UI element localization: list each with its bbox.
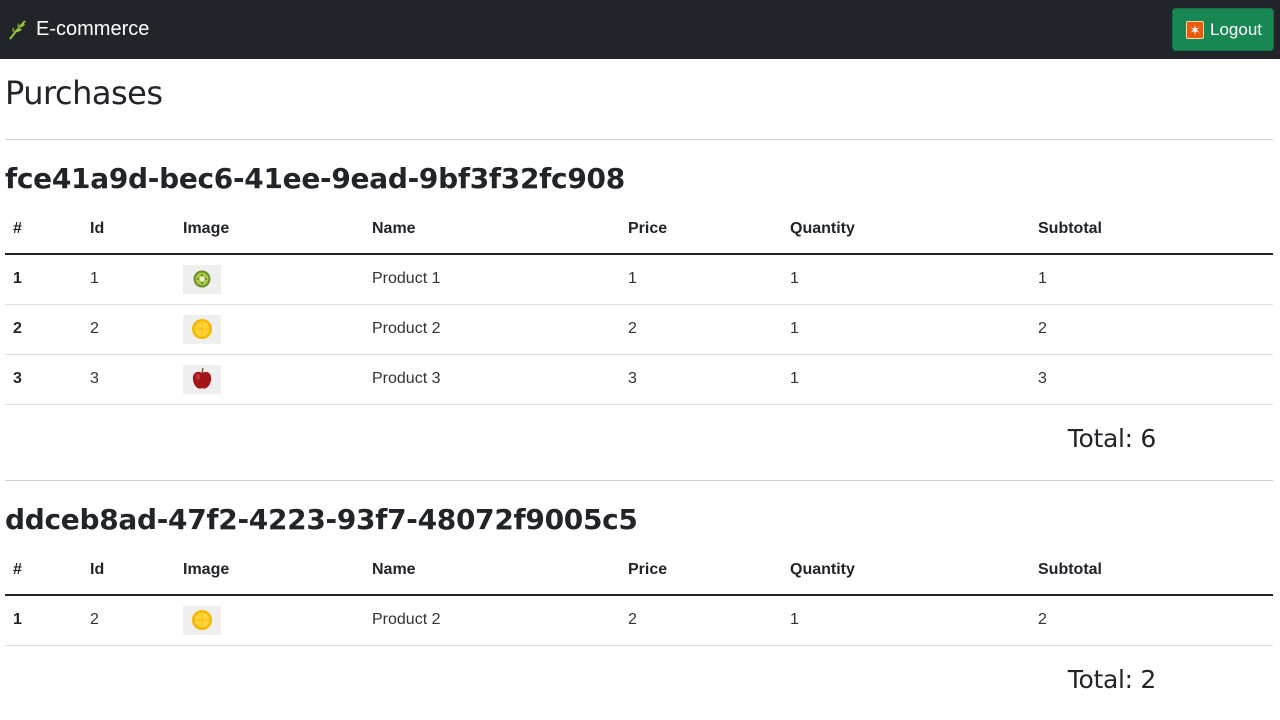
table-row: 3 3 Product 3 3 1 3 — [5, 354, 1273, 405]
product-price: 1 — [620, 254, 782, 305]
table-header-row: # Id Image Name Price Quantity Subtotal — [5, 204, 1273, 255]
product-price: 2 — [620, 595, 782, 646]
table-row: 1 1 Product 1 1 1 1 — [5, 254, 1273, 305]
product-image-cell — [175, 595, 364, 646]
product-quantity: 1 — [782, 595, 1030, 646]
column-header-quantity: Quantity — [782, 545, 1030, 596]
product-id: 2 — [82, 595, 175, 646]
column-header-number: # — [5, 545, 82, 596]
product-price: 2 — [620, 304, 782, 355]
brand-link[interactable]: E-commerce — [8, 18, 149, 41]
product-id: 2 — [82, 304, 175, 355]
product-id: 1 — [82, 254, 175, 305]
product-image-cell — [175, 354, 364, 405]
column-header-id: Id — [82, 204, 175, 255]
column-header-image: Image — [175, 204, 364, 255]
navbar: E-commerce ✶ Logout — [0, 0, 1280, 59]
product-name: Product 1 — [364, 254, 620, 305]
product-id: 3 — [82, 354, 175, 405]
row-number: 2 — [5, 304, 82, 355]
column-header-quantity: Quantity — [782, 204, 1030, 255]
product-name: Product 2 — [364, 304, 620, 355]
order-table: # Id Image Name Price Quantity Subtotal … — [5, 204, 1273, 405]
row-number: 3 — [5, 354, 82, 405]
product-subtotal: 1 — [1030, 254, 1273, 305]
page-title: Purchases — [5, 74, 163, 112]
product-quantity: 1 — [782, 304, 1030, 355]
product-subtotal: 2 — [1030, 304, 1273, 355]
product-price: 3 — [620, 354, 782, 405]
order-total: Total: 6 — [1067, 424, 1157, 453]
divider — [5, 139, 1273, 140]
column-header-price: Price — [620, 204, 782, 255]
table-header-row: # Id Image Name Price Quantity Subtotal — [5, 545, 1273, 596]
leaf-icon — [8, 19, 28, 41]
column-header-image: Image — [175, 545, 364, 596]
row-number: 1 — [5, 595, 82, 646]
row-number: 1 — [5, 254, 82, 305]
column-header-subtotal: Subtotal — [1030, 545, 1273, 596]
order-table: # Id Image Name Price Quantity Subtotal … — [5, 545, 1273, 646]
column-header-price: Price — [620, 545, 782, 596]
logout-label: Logout — [1210, 19, 1262, 39]
kiwi-image — [183, 264, 221, 294]
product-quantity: 1 — [782, 354, 1030, 405]
order-id-heading: ddceb8ad-47f2-4223-93f7-48072f9005c5 — [5, 503, 638, 536]
column-header-name: Name — [364, 204, 620, 255]
orange-image — [183, 314, 221, 344]
divider — [5, 480, 1273, 481]
table-row: 2 2 Product 2 2 1 2 — [5, 304, 1273, 355]
table-row: 1 2 Product 2 2 1 2 — [5, 595, 1273, 646]
product-image-cell — [175, 304, 364, 355]
column-header-name: Name — [364, 545, 620, 596]
logout-icon: ✶ — [1186, 20, 1204, 39]
product-subtotal: 3 — [1030, 354, 1273, 405]
apple-image — [183, 364, 221, 394]
order-id-heading: fce41a9d-bec6-41ee-9ead-9bf3f32fc908 — [5, 162, 625, 195]
product-image-cell — [175, 254, 364, 305]
product-name: Product 3 — [364, 354, 620, 405]
order-total: Total: 2 — [1067, 665, 1157, 694]
product-subtotal: 2 — [1030, 595, 1273, 646]
column-header-subtotal: Subtotal — [1030, 204, 1273, 255]
orange-image — [183, 605, 221, 635]
product-name: Product 2 — [364, 595, 620, 646]
column-header-number: # — [5, 204, 82, 255]
brand-label: E-commerce — [36, 18, 150, 40]
column-header-id: Id — [82, 545, 175, 596]
logout-button[interactable]: ✶ Logout — [1172, 8, 1274, 51]
product-quantity: 1 — [782, 254, 1030, 305]
